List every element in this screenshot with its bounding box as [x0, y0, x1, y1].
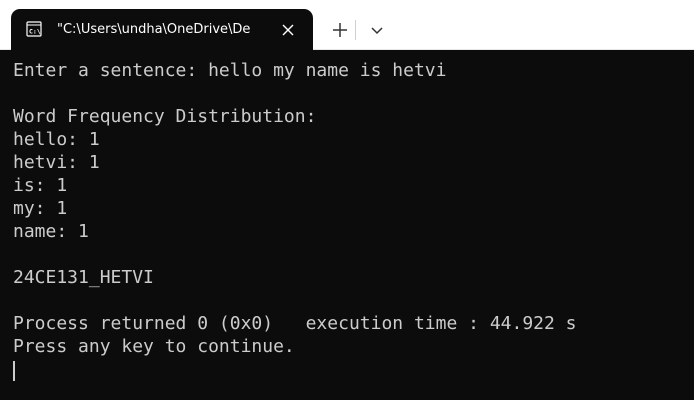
svg-text:C:\: C:\ — [29, 28, 41, 36]
output-line-process-returned: Process returned 0 (0x0) execution time … — [13, 313, 577, 334]
terminal-window: C:\ "C:\Users\undha\OneDrive\De Enter a … — [0, 0, 694, 400]
chevron-down-icon — [371, 27, 383, 35]
tab-title: "C:\Users\undha\OneDrive\De — [57, 22, 251, 37]
terminal-icon: C:\ — [26, 21, 42, 37]
output-line-my: my: 1 — [13, 198, 68, 219]
close-icon — [282, 24, 294, 36]
output-line-hello: hello: 1 — [13, 129, 100, 150]
terminal-output[interactable]: Enter a sentence: hello my name is hetvi… — [0, 50, 694, 400]
output-line-hetvi: hetvi: 1 — [13, 152, 100, 173]
text-cursor — [13, 361, 15, 381]
output-line-name: name: 1 — [13, 221, 89, 242]
output-line-heading: Word Frequency Distribution: — [13, 106, 317, 127]
toolbar-divider — [355, 20, 356, 40]
output-line-press-any-key: Press any key to continue. — [13, 336, 295, 357]
close-tab-button[interactable] — [277, 19, 299, 41]
plus-icon — [333, 23, 347, 37]
output-line-student-id: 24CE131_HETVI — [13, 267, 154, 288]
title-bar: C:\ "C:\Users\undha\OneDrive\De — [0, 0, 694, 51]
output-line-is: is: 1 — [13, 175, 68, 196]
active-tab[interactable]: C:\ "C:\Users\undha\OneDrive\De — [11, 9, 313, 51]
profile-dropdown-button[interactable] — [362, 15, 392, 45]
output-line-prompt: Enter a sentence: hello my name is hetvi — [13, 60, 447, 81]
new-tab-button[interactable] — [325, 15, 355, 45]
